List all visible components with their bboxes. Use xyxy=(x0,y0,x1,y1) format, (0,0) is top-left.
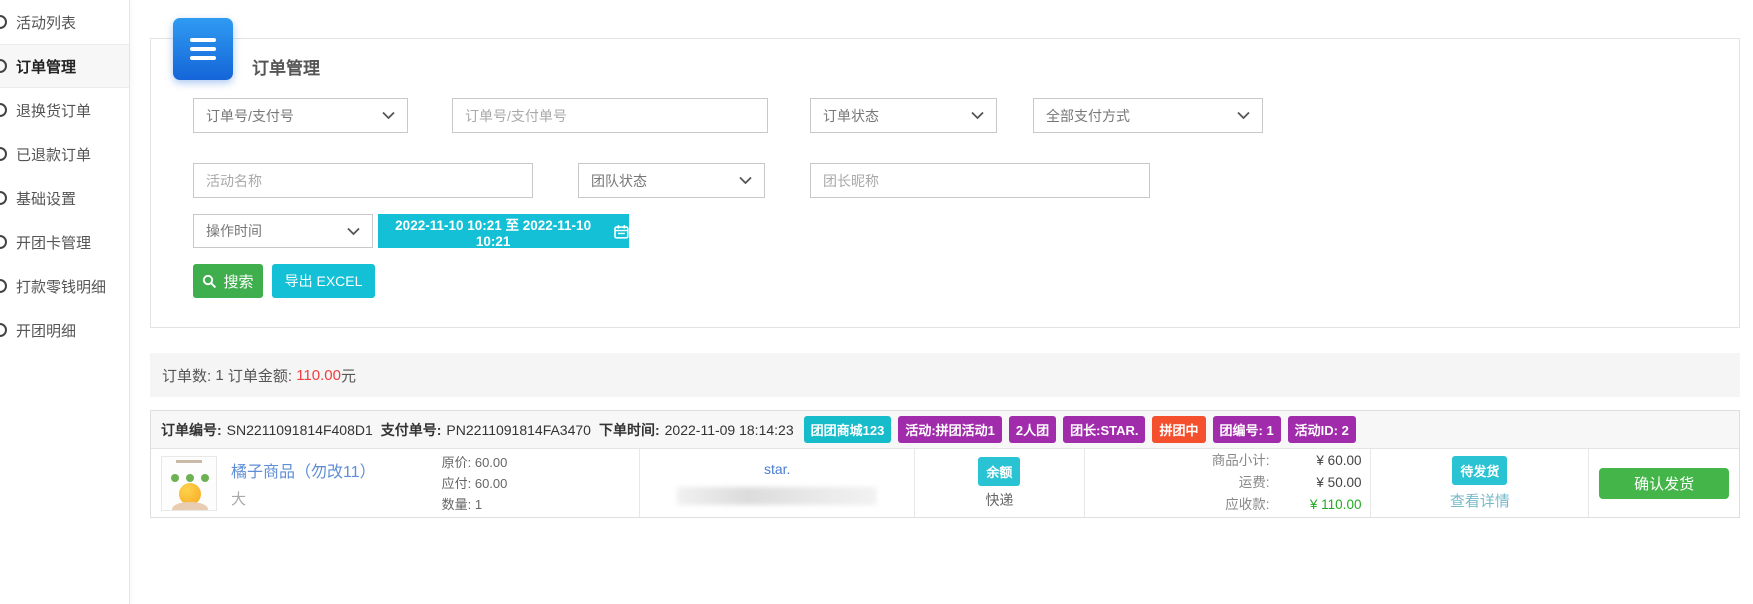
shipping-line: 运费: ¥ 50.00 xyxy=(1085,472,1362,494)
order-no-label: 订单编号: xyxy=(161,420,222,440)
sidebar-item-label: 开团明细 xyxy=(16,320,76,341)
grouping-status-badge: 拼团中 xyxy=(1152,416,1205,443)
leader-nickname-input[interactable] xyxy=(823,164,1137,197)
sidebar-item-basic-settings[interactable]: 基础设置 xyxy=(0,176,129,220)
export-excel-button[interactable]: 导出 EXCEL xyxy=(272,264,375,298)
order-summary-bar: 订单数: 1 订单金额: 110.00元 xyxy=(150,353,1740,397)
sidebar-item-order-management[interactable]: 订单管理 xyxy=(0,44,129,88)
hamburger-icon xyxy=(190,38,216,42)
date-range-button[interactable]: 2022-11-10 10:21 至 2022-11-10 10:21 xyxy=(378,214,629,248)
status-cell: 待发货 查看详情 xyxy=(1371,449,1589,517)
sidebar-item-label: 订单管理 xyxy=(16,56,76,77)
chevron-down-icon xyxy=(1237,111,1250,120)
sidebar-item-payment-details[interactable]: 打款零钱明细 xyxy=(0,264,129,308)
product-cell: 橘子商品（勿改11） 大 原价: 60.00 应付: 60.00 数量: 1 xyxy=(151,449,640,517)
sidebar-item-label: 已退款订单 xyxy=(16,144,91,165)
orders-amount-label: 订单金额: xyxy=(228,365,292,386)
order-status-select[interactable]: 订单状态 xyxy=(810,98,997,133)
circle-icon xyxy=(0,235,7,249)
order-time-label: 下单时间: xyxy=(599,420,660,440)
orders-count-label: 订单数: xyxy=(162,365,211,386)
circle-icon xyxy=(0,59,7,73)
status-badge: 待发货 xyxy=(1452,456,1507,485)
circle-icon xyxy=(0,147,7,161)
product-prices: 原价: 60.00 应付: 60.00 数量: 1 xyxy=(442,452,508,515)
search-icon xyxy=(202,274,217,289)
action-cell: 确认发货 xyxy=(1589,449,1739,517)
receivable-line: 应收款: ¥ 110.00 xyxy=(1085,494,1362,516)
order-no-type-select[interactable]: 订单号/支付号 xyxy=(193,98,408,133)
sidebar-item-group-details[interactable]: 开团明细 xyxy=(0,308,129,352)
product-info: 橘子商品（勿改11） 大 xyxy=(231,458,442,509)
circle-icon xyxy=(0,15,7,29)
sidebar-item-label: 基础设置 xyxy=(16,188,76,209)
time-type-select[interactable]: 操作时间 xyxy=(193,214,373,248)
amounts-cell: 商品小计: ¥ 60.00 运费: ¥ 50.00 应收款: ¥ 110.00 xyxy=(1085,449,1372,517)
payment-cell: 余额 快递 xyxy=(915,449,1085,517)
circle-icon xyxy=(0,323,7,337)
sidebar-item-label: 退换货订单 xyxy=(16,100,91,121)
redacted-contact-info xyxy=(677,487,877,505)
chevron-down-icon xyxy=(382,111,395,120)
buyer-cell: star. xyxy=(640,449,915,517)
activity-id-badge: 活动ID: 2 xyxy=(1288,416,1356,443)
activity-name-input-wrap xyxy=(193,163,533,198)
product-image xyxy=(161,456,217,511)
order-no: SN2211091814F408D1 xyxy=(227,422,373,438)
buyer-nickname-link[interactable]: star. xyxy=(764,461,790,477)
pay-method-select[interactable]: 全部支付方式 xyxy=(1033,98,1263,133)
subtotal-line: 商品小计: ¥ 60.00 xyxy=(1085,450,1362,472)
amount-unit: 元 xyxy=(341,365,356,386)
search-button[interactable]: 搜索 xyxy=(193,264,263,298)
orders-count: 1 xyxy=(215,367,223,384)
order-no-input-wrap xyxy=(452,98,768,133)
pay-no-label: 支付单号: xyxy=(381,420,442,440)
chevron-down-icon xyxy=(347,227,360,236)
delivery-type: 快递 xyxy=(985,490,1013,510)
order-header: 订单编号: SN2211091814F408D1 支付单号: PN2211091… xyxy=(151,411,1739,449)
menu-toggle-button[interactable] xyxy=(173,18,233,80)
calendar-icon xyxy=(614,224,629,239)
sidebar-item-return-orders[interactable]: 退换货订单 xyxy=(0,88,129,132)
shop-badge: 团团商城123 xyxy=(804,416,892,443)
product-name-link[interactable]: 橘子商品（勿改11） xyxy=(231,458,442,482)
view-details-link[interactable]: 查看详情 xyxy=(1450,490,1510,511)
sidebar: 活动列表 订单管理 退换货订单 已退款订单 基础设置 开团卡管理 打款零钱明细 … xyxy=(0,0,130,604)
pay-no: PN2211091814FA3470 xyxy=(446,422,591,438)
orders-amount: 110.00 xyxy=(296,367,341,384)
sidebar-item-group-card-management[interactable]: 开团卡管理 xyxy=(0,220,129,264)
circle-icon xyxy=(0,191,7,205)
group-size-badge: 2人团 xyxy=(1009,416,1056,443)
chevron-down-icon xyxy=(739,176,752,185)
leader-badge: 团长:STAR. xyxy=(1063,416,1145,443)
order-time: 2022-11-09 18:14:23 xyxy=(665,422,794,438)
confirm-ship-button[interactable]: 确认发货 xyxy=(1599,468,1729,499)
circle-icon xyxy=(0,103,7,117)
order-row: 橘子商品（勿改11） 大 原价: 60.00 应付: 60.00 数量: 1 s… xyxy=(151,449,1739,517)
sidebar-item-label: 开团卡管理 xyxy=(16,232,91,253)
order-card: 订单编号: SN2211091814F408D1 支付单号: PN2211091… xyxy=(150,410,1740,518)
order-no-input[interactable] xyxy=(465,99,755,132)
circle-icon xyxy=(0,279,7,293)
activity-badge: 活动:拼团活动1 xyxy=(898,416,1002,443)
chevron-down-icon xyxy=(971,111,984,120)
leader-nickname-input-wrap xyxy=(810,163,1150,198)
product-spec: 大 xyxy=(231,488,442,509)
activity-name-input[interactable] xyxy=(206,164,520,197)
page-title: 订单管理 xyxy=(252,54,320,79)
team-status-select[interactable]: 团队状态 xyxy=(578,163,765,198)
sidebar-item-refunded-orders[interactable]: 已退款订单 xyxy=(0,132,129,176)
sidebar-item-label: 打款零钱明细 xyxy=(16,276,106,297)
sidebar-item-activity-list[interactable]: 活动列表 xyxy=(0,0,129,44)
sidebar-item-label: 活动列表 xyxy=(16,12,76,33)
order-badges: 团团商城123 活动:拼团活动1 2人团 团长:STAR. 拼团中 团编号: 1… xyxy=(804,416,1356,443)
group-id-badge: 团编号: 1 xyxy=(1213,416,1281,443)
pay-method-badge: 余额 xyxy=(978,457,1020,486)
